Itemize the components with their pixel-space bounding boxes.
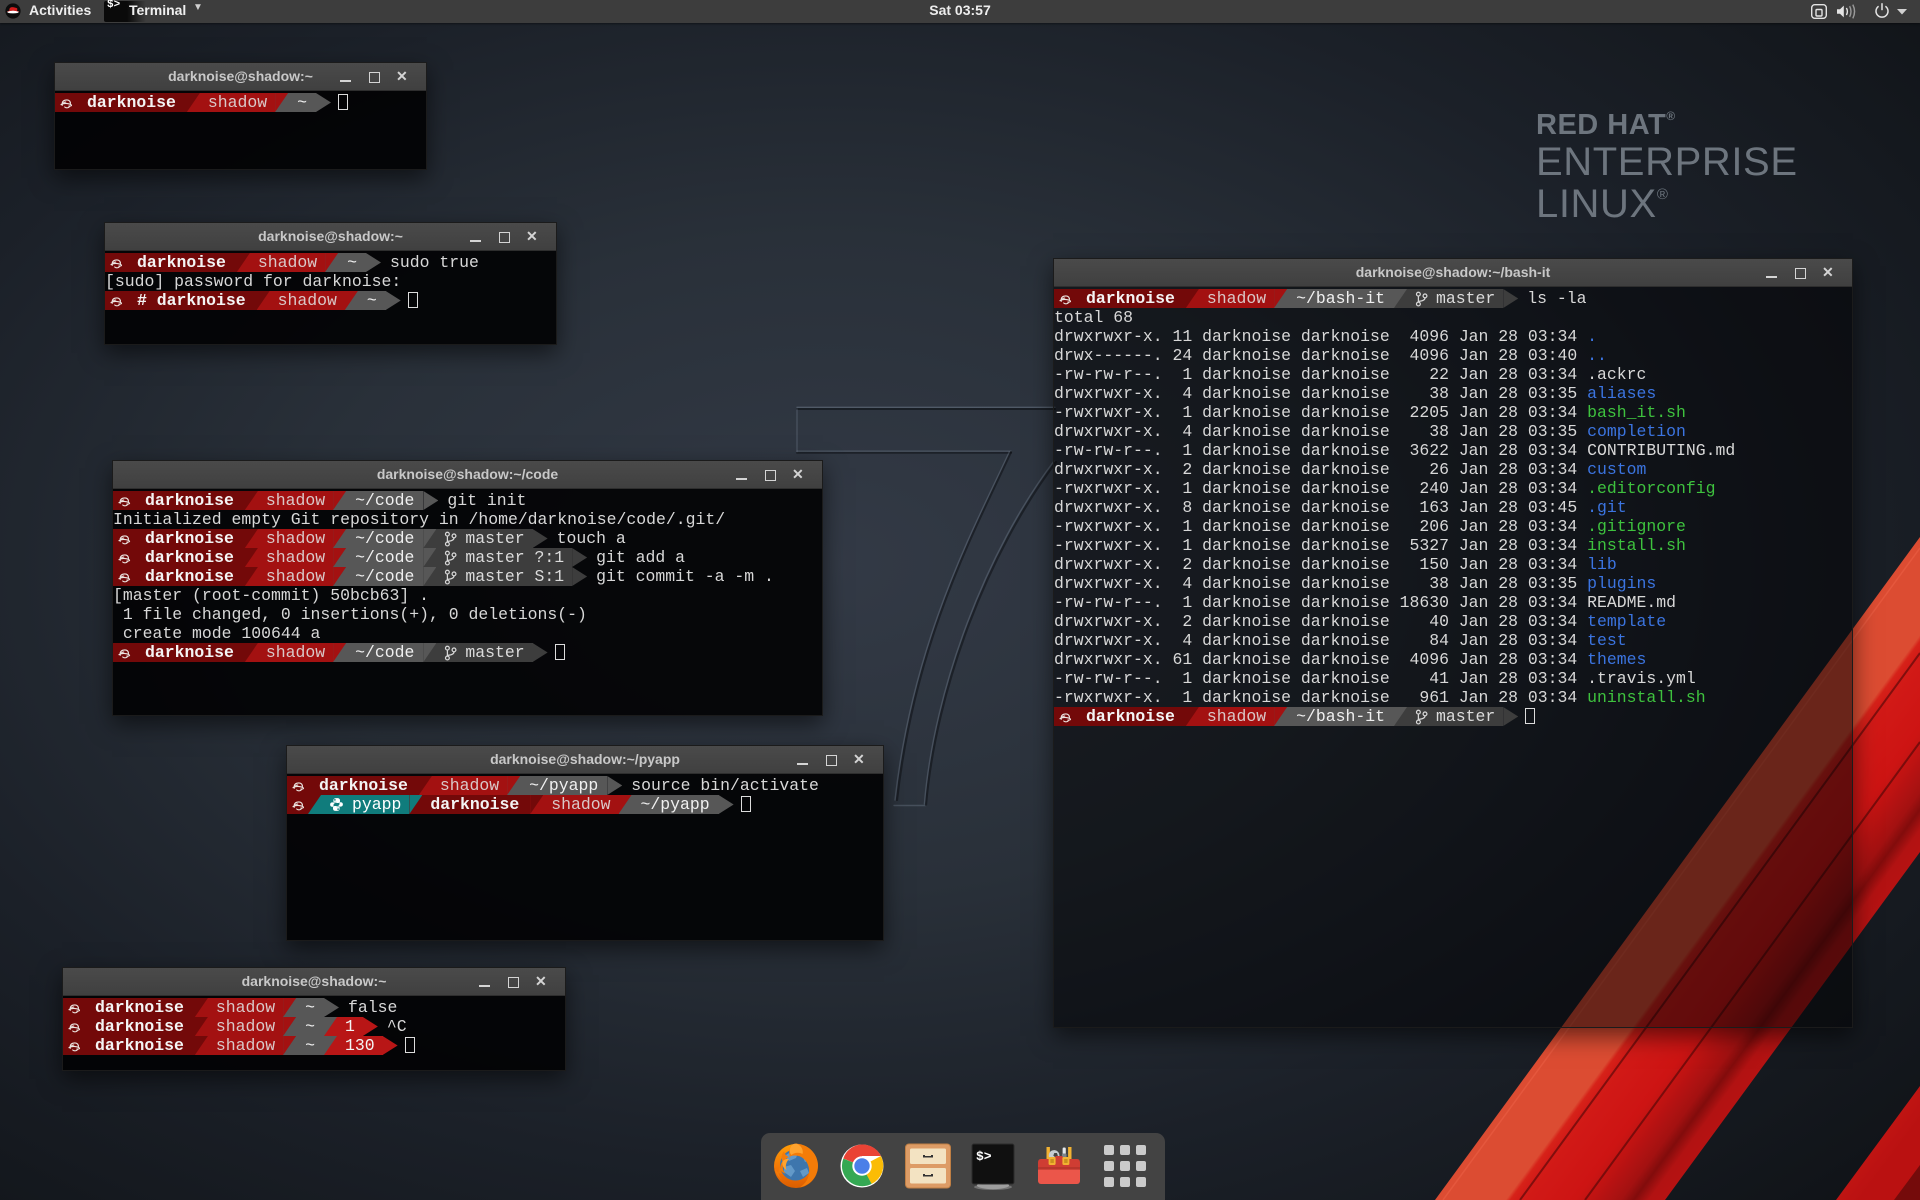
svg-text:$>: $> — [976, 1149, 992, 1164]
